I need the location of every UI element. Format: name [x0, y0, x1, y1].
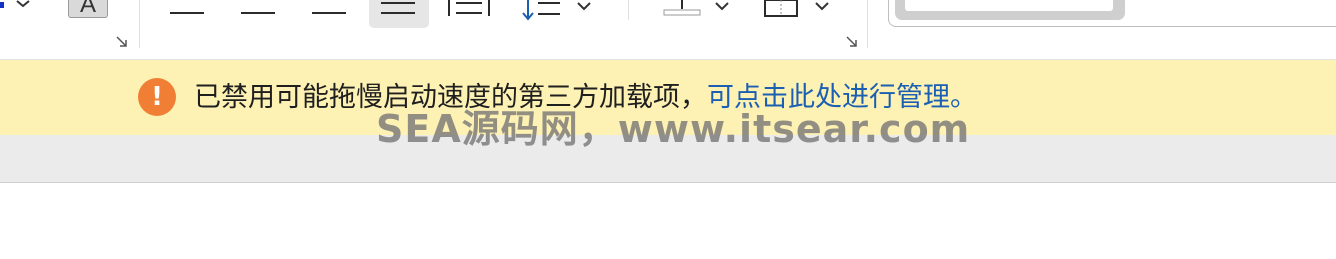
line-spacing-icon[interactable]: [522, 0, 594, 22]
borders-icon[interactable]: [762, 0, 832, 20]
ribbon: A: [0, 0, 1336, 60]
styles-gallery[interactable]: [888, 0, 1336, 27]
watermark-text: SEA源码网，www.itsear.com: [376, 107, 971, 151]
align-right-icon[interactable]: [310, 0, 350, 16]
align-left-icon[interactable]: [168, 0, 208, 16]
character-shading-button[interactable]: A: [68, 0, 108, 18]
document-canvas[interactable]: [0, 184, 1336, 259]
chevron-down-icon[interactable]: [14, 0, 32, 10]
style-preview[interactable]: [895, 0, 1125, 20]
font-color-bar-icon: [0, 2, 4, 8]
group-separator: [628, 0, 629, 20]
group-separator: [867, 0, 868, 48]
align-center-icon[interactable]: [239, 0, 279, 16]
justify-button[interactable]: [369, 0, 429, 28]
distributed-icon[interactable]: [446, 0, 494, 18]
dialog-launcher-icon[interactable]: [846, 36, 858, 48]
font-color-glyph: A: [79, 0, 96, 18]
group-separator: [139, 0, 140, 48]
warning-icon: !: [138, 78, 176, 116]
shading-icon[interactable]: [662, 0, 732, 18]
dialog-launcher-icon[interactable]: [116, 36, 128, 48]
